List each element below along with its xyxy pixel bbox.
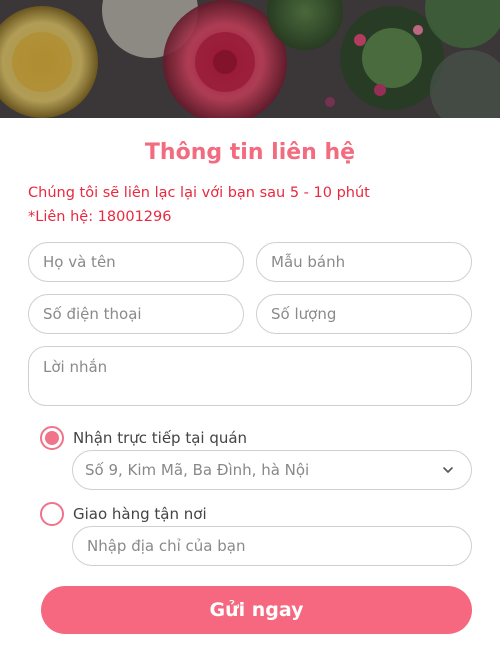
- cake-model-input[interactable]: Mẫu bánh: [256, 242, 472, 282]
- name-placeholder: Họ và tên: [43, 253, 116, 271]
- pickup-option[interactable]: Nhận trực tiếp tại quán: [40, 426, 247, 450]
- phone-input[interactable]: Số điện thoại: [28, 294, 244, 334]
- store-select[interactable]: Số 9, Kim Mã, Ba Đình, hà Nội: [72, 450, 472, 490]
- message-textarea[interactable]: Lời nhắn: [28, 346, 472, 406]
- phone-placeholder: Số điện thoại: [43, 305, 142, 323]
- name-input[interactable]: Họ và tên: [28, 242, 244, 282]
- address-input[interactable]: Nhập địa chỉ của bạn: [72, 526, 472, 566]
- delivery-label: Giao hàng tận nơi: [73, 505, 207, 523]
- chevron-down-icon: [443, 467, 453, 473]
- address-placeholder: Nhập địa chỉ của bạn: [87, 537, 246, 555]
- radio-selected-dot: [45, 431, 59, 445]
- store-select-value: Số 9, Kim Mã, Ba Đình, hà Nội: [85, 461, 310, 479]
- contact-note: Chúng tôi sẽ liên lạc lại với bạn sau 5 …: [28, 185, 370, 201]
- quantity-placeholder: Số lượng: [271, 305, 337, 323]
- delivery-radio[interactable]: [40, 502, 64, 526]
- message-placeholder: Lời nhắn: [43, 358, 108, 376]
- pickup-radio[interactable]: [40, 426, 64, 450]
- pickup-label: Nhận trực tiếp tại quán: [73, 429, 248, 447]
- delivery-option[interactable]: Giao hàng tận nơi: [40, 502, 207, 526]
- hero-image-cupcakes: [0, 0, 500, 118]
- form-title: Thông tin liên hệ: [144, 140, 356, 165]
- quantity-input[interactable]: Số lượng: [256, 294, 472, 334]
- cake-model-placeholder: Mẫu bánh: [271, 253, 346, 271]
- hotline-note: *Liên hệ: 18001296: [28, 209, 172, 225]
- submit-button[interactable]: Gửi ngay: [41, 586, 472, 634]
